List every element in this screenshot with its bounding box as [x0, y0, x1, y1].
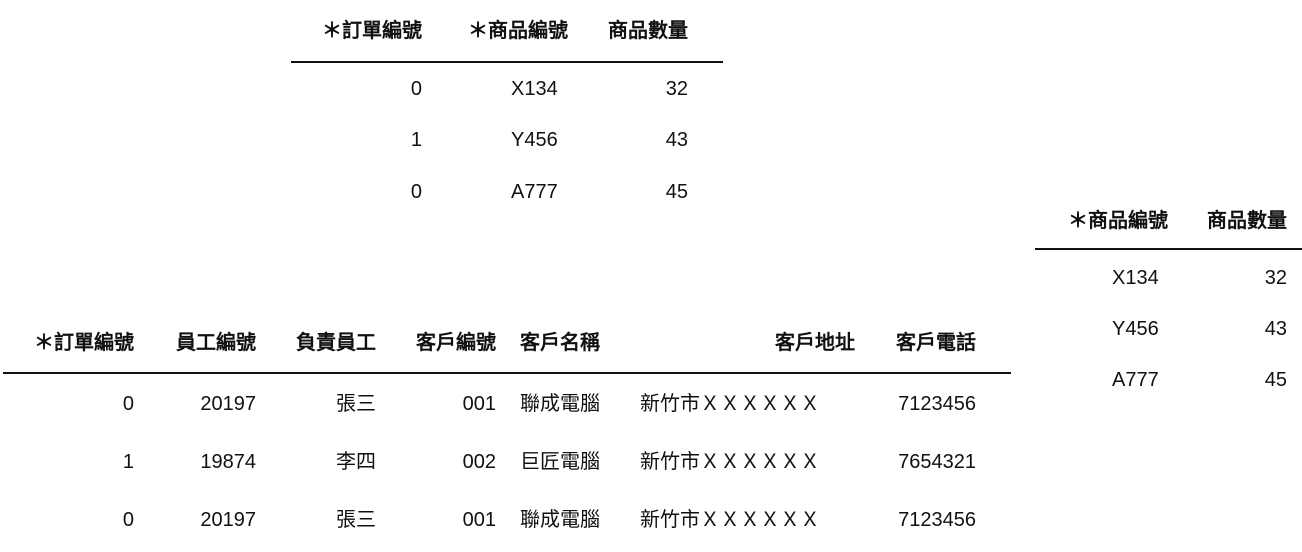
header-customer-phone: 客戶電話: [896, 332, 976, 354]
cell-customer-name: 聯成電腦: [520, 509, 600, 531]
cell-product-id: X134: [1112, 267, 1159, 289]
header-employee-id: 員工編號: [176, 332, 256, 354]
header-customer-name: 客戶名稱: [520, 332, 600, 354]
cell-product-id: A777: [1112, 369, 1159, 391]
cell-order-id: 1: [122, 451, 134, 473]
header-order-id: ＊訂單編號: [322, 20, 422, 42]
header-product-id: ＊商品編號: [1068, 210, 1168, 232]
header-customer-address: 客戶地址: [775, 332, 855, 354]
cell-quantity: 45: [1264, 369, 1287, 391]
cell-quantity: 32: [665, 78, 688, 100]
cell-customer-address: 新竹市ＸＸＸＸＸＸ: [640, 509, 820, 531]
header-rule: [3, 372, 1011, 374]
cell-customer-id: 002: [462, 451, 496, 473]
cell-customer-name: 巨匠電腦: [520, 451, 600, 473]
cell-customer-name: 聯成電腦: [520, 393, 600, 415]
cell-product-id: A777: [511, 181, 558, 203]
cell-quantity: 45: [665, 181, 688, 203]
cell-employee-name: 李四: [336, 451, 376, 473]
cell-employee-name: 張三: [336, 509, 376, 531]
cell-product-id: Y456: [511, 129, 558, 151]
cell-customer-id: 001: [462, 393, 496, 415]
cell-customer-phone: 7123456: [898, 509, 976, 531]
cell-product-id: Y456: [1112, 318, 1159, 340]
header-quantity: 商品數量: [608, 20, 688, 42]
header-rule: [1035, 248, 1302, 250]
order-items-table: ＊訂單編號 ＊商品編號 商品數量 0 X134 32 1 Y456 43 0 A…: [0, 18, 760, 218]
cell-employee-id: 20197: [200, 393, 256, 415]
header-employee-name: 負責員工: [296, 332, 376, 354]
cell-customer-address: 新竹市ＸＸＸＸＸＸ: [640, 393, 820, 415]
cell-order-id: 1: [410, 129, 422, 151]
header-order-id: ＊訂單編號: [34, 332, 134, 354]
cell-customer-phone: 7654321: [898, 451, 976, 473]
cell-customer-id: 001: [462, 509, 496, 531]
cell-order-id: 0: [410, 78, 422, 100]
cell-employee-name: 張三: [336, 393, 376, 415]
cell-product-id: X134: [511, 78, 558, 100]
cell-order-id: 0: [122, 509, 134, 531]
cell-customer-phone: 7123456: [898, 393, 976, 415]
header-product-id: ＊商品編號: [468, 20, 568, 42]
cell-quantity: 43: [1264, 318, 1287, 340]
product-quantity-table: ＊商品編號 商品數量 X134 32 Y456 43 A777 45: [1020, 208, 1302, 408]
cell-quantity: 32: [1264, 267, 1287, 289]
cell-order-id: 0: [410, 181, 422, 203]
cell-order-id: 0: [122, 393, 134, 415]
orders-table: ＊訂單編號 員工編號 負責員工 客戶編號 客戶名稱 客戶地址 客戶電話 0 20…: [0, 330, 1020, 552]
cell-employee-id: 20197: [200, 509, 256, 531]
cell-employee-id: 19874: [200, 451, 256, 473]
cell-customer-address: 新竹市ＸＸＸＸＸＸ: [640, 451, 820, 473]
header-rule: [291, 61, 723, 63]
cell-quantity: 43: [665, 129, 688, 151]
header-customer-id: 客戶編號: [416, 332, 496, 354]
header-quantity: 商品數量: [1207, 210, 1287, 232]
